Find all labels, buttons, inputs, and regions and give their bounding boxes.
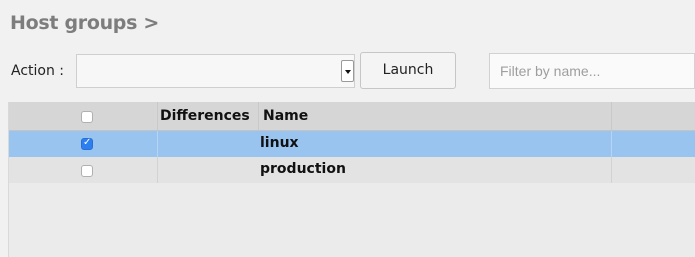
filter-input[interactable]: Filter by name... xyxy=(489,53,695,89)
action-label: Action : xyxy=(11,63,65,79)
action-select[interactable] xyxy=(76,54,355,88)
column-divider xyxy=(157,102,158,130)
table-header: Differences Name xyxy=(9,102,695,131)
host-groups-panel: Host groups > Action : Launch Filter by … xyxy=(0,0,695,257)
host-groups-table: Differences Name linux production xyxy=(8,102,695,257)
table-row[interactable]: linux xyxy=(9,131,695,157)
column-divider xyxy=(157,157,158,183)
column-divider xyxy=(611,157,612,183)
host-group-name: production xyxy=(260,161,346,177)
column-divider xyxy=(611,102,612,130)
row-checkbox[interactable] xyxy=(81,165,93,177)
differences-column-header[interactable]: Differences xyxy=(160,108,250,124)
page-title[interactable]: Host groups > xyxy=(10,12,159,34)
launch-button[interactable]: Launch xyxy=(360,52,456,89)
table-row[interactable]: production xyxy=(9,157,695,183)
row-checkbox[interactable] xyxy=(81,137,93,150)
column-divider xyxy=(258,102,259,130)
column-divider xyxy=(157,131,158,157)
name-column-header[interactable]: Name xyxy=(263,108,308,124)
select-all-checkbox[interactable] xyxy=(81,111,93,123)
host-group-name: linux xyxy=(260,135,299,151)
column-divider xyxy=(611,131,612,157)
chevron-down-icon[interactable] xyxy=(341,60,354,82)
